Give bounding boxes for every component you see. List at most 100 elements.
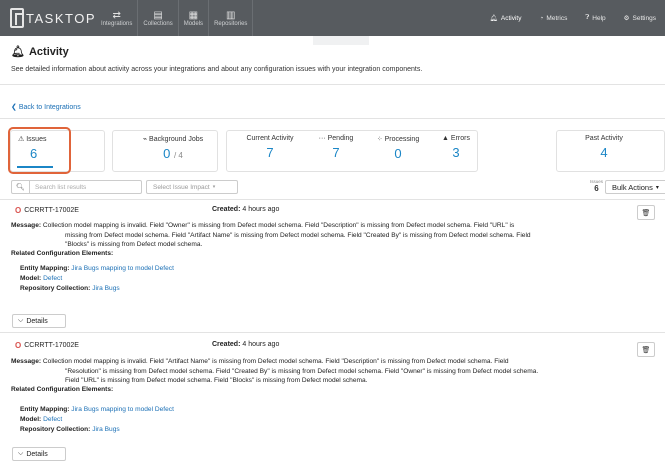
repository-collection-link[interactable]: Jira Bugs	[92, 285, 120, 292]
created-label: Created:	[212, 341, 241, 348]
nav-activity-label: Activity	[500, 14, 522, 22]
message-line3: Field "URL" is missing from Defect model…	[65, 377, 368, 385]
message-label: Message:	[11, 358, 42, 365]
page-subtitle: See detailed information about activity …	[11, 66, 423, 73]
divider	[0, 84, 665, 85]
stat-current-activity[interactable]: Current Activity 7	[230, 135, 310, 160]
top-navigation-bar: TASKTOP ⇄ Integrations ▤ Collections ▦ M…	[0, 0, 665, 36]
issue-created: Created: 4 hours ago	[212, 206, 279, 213]
help-icon: ❓︎	[585, 14, 590, 21]
details-label: Details	[26, 317, 48, 325]
nav-help-label: Help	[592, 14, 606, 22]
chevron-left-icon: ❮	[11, 104, 17, 111]
bulk-actions-button[interactable]: Bulk Actions ▾	[605, 180, 665, 194]
nav-integrations-label: Integrations	[101, 20, 133, 27]
stat-errors-label-text: Errors	[450, 135, 470, 142]
chevron-down-icon: ▾	[212, 184, 216, 190]
collections-icon: ▤	[153, 9, 163, 21]
nav-collections[interactable]: ▤ Collections	[138, 0, 177, 36]
entity-mapping-label: Entity Mapping:	[20, 265, 70, 272]
issue-id: O CCRRTT-17002E	[15, 341, 79, 350]
models-icon: ▦	[188, 9, 199, 21]
repository-collection-label: Repository Collection:	[20, 426, 91, 433]
nav-settings[interactable]: ⚙ Settings	[615, 0, 665, 36]
metrics-icon: ◔	[539, 14, 544, 22]
nav-models[interactable]: ▦ Models	[179, 0, 208, 36]
alert-triangle-icon: ▲	[442, 135, 449, 142]
related-config-label: Related Configuration Elements:	[11, 386, 114, 393]
trash-icon: 🗑︎	[641, 346, 651, 354]
activity-tab-stub	[313, 36, 369, 45]
chevron-down-icon: ▾	[655, 184, 659, 191]
stat-background-jobs-value: 0 / 4	[133, 146, 213, 161]
logo-mark-icon	[10, 8, 25, 28]
repository-collection-row: Repository Collection: Jira Bugs	[20, 426, 120, 433]
divider	[0, 332, 665, 333]
chevron-down-icon: ⌵	[18, 450, 24, 457]
created-value: 4 hours ago	[242, 206, 280, 213]
message-line1: Collection model mapping is invalid. Fie…	[42, 222, 515, 229]
issues-count-value: 6	[594, 184, 599, 193]
nav-integrations[interactable]: ⇄ Integrations	[96, 0, 137, 36]
model-link[interactable]: Defect	[43, 275, 62, 282]
details-toggle-button[interactable]: ⌵ Details	[12, 447, 66, 461]
stat-background-jobs-label-text: Background Jobs	[149, 136, 204, 143]
nav-repositories-label: Repositories	[214, 20, 248, 27]
related-config-label: Related Configuration Elements:	[11, 250, 114, 257]
error-circle-icon: O	[15, 206, 22, 215]
background-jobs-count: 0	[163, 146, 171, 161]
issue-id-text: CCRRTT-17002E	[24, 342, 79, 349]
entity-mapping-row: Entity Mapping: Jira Bugs mapping to mod…	[20, 265, 174, 272]
stat-pending-label: ··· Pending	[302, 135, 370, 142]
repository-collection-link[interactable]: Jira Bugs	[92, 426, 120, 433]
issue-message: Message: Collection model mapping is inv…	[11, 357, 656, 386]
nav-metrics-label: Metrics	[546, 14, 568, 22]
model-label: Model:	[20, 275, 42, 282]
entity-mapping-label: Entity Mapping:	[20, 406, 70, 413]
page-title: 🔔︎ Activity	[11, 45, 69, 59]
stat-errors[interactable]: ▲ Errors 3	[426, 135, 486, 160]
bell-icon: 🔔︎	[489, 15, 498, 22]
nav-divider	[252, 0, 254, 36]
repositories-icon: ▥	[226, 9, 236, 21]
nav-repositories[interactable]: ▥ Repositories	[209, 0, 252, 36]
message-label: Message:	[11, 222, 42, 229]
stat-past-activity[interactable]: Past Activity 4	[572, 135, 636, 160]
entity-mapping-link[interactable]: Jira Bugs mapping to model Defect	[71, 265, 174, 272]
created-label: Created:	[212, 206, 241, 213]
background-jobs-total: / 4	[173, 151, 183, 160]
right-navigation: 🔔︎ Activity ◔ Metrics ❓︎ Help ⚙ Settings	[481, 0, 665, 36]
tasktop-logo[interactable]: TASKTOP	[10, 8, 96, 28]
search-input[interactable]: 🔍︎ Search list results	[11, 180, 142, 194]
message-line2: missing from Defect model schema. Field …	[65, 231, 531, 239]
model-label: Model:	[20, 416, 42, 423]
chevron-down-icon: ⌵	[18, 317, 24, 324]
nav-help[interactable]: ❓︎ Help	[576, 0, 614, 36]
repository-collection-label: Repository Collection:	[20, 285, 91, 292]
stat-background-jobs-label: ⌁ Background Jobs	[133, 135, 213, 143]
model-link[interactable]: Defect	[43, 416, 62, 423]
error-circle-icon: O	[15, 341, 22, 350]
message-line2: "Resolution" is missing from Defect mode…	[65, 367, 539, 375]
repository-collection-row: Repository Collection: Jira Bugs	[20, 285, 120, 292]
delete-issue-button[interactable]: 🗑︎	[637, 205, 655, 220]
nav-models-label: Models	[183, 20, 204, 27]
stat-pending[interactable]: ··· Pending 7	[302, 135, 370, 160]
stat-processing-value: 0	[394, 146, 402, 161]
issue-impact-select[interactable]: Select Issue Impact ▾	[146, 180, 238, 194]
entity-mapping-link[interactable]: Jira Bugs mapping to model Defect	[71, 406, 174, 413]
stat-processing[interactable]: ⁘ Processing 0	[362, 135, 434, 161]
back-link-label: Back to Integrations	[18, 104, 81, 111]
nav-activity[interactable]: 🔔︎ Activity	[481, 0, 531, 36]
bulk-actions-label: Bulk Actions	[612, 182, 653, 192]
stat-background-jobs[interactable]: ⌁ Background Jobs 0 / 4	[133, 135, 213, 161]
issue-message: Message: Collection model mapping is inv…	[11, 221, 656, 250]
details-toggle-button[interactable]: ⌵ Details	[12, 314, 66, 328]
delete-issue-button[interactable]: 🗑︎	[637, 342, 655, 357]
ellipsis-icon: ···	[318, 135, 326, 142]
message-line1: Collection model mapping is invalid. Fie…	[42, 358, 509, 365]
page-title-text: Activity	[28, 45, 69, 58]
integrations-icon: ⇄	[112, 9, 121, 21]
back-to-integrations-link[interactable]: ❮ Back to Integrations	[11, 103, 81, 111]
nav-metrics[interactable]: ◔ Metrics	[530, 0, 576, 36]
